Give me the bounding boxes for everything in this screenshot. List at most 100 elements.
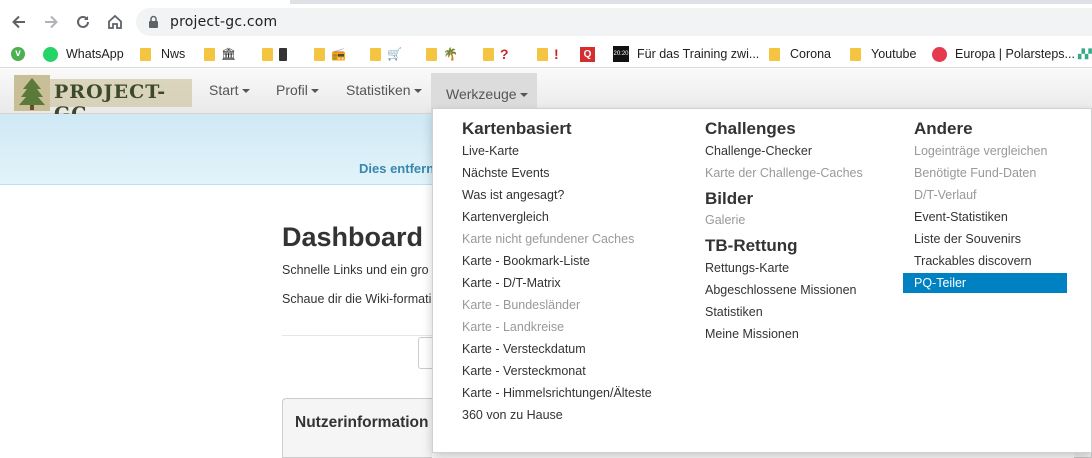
- header-tb-rettung: TB-Rettung: [705, 236, 798, 255]
- forward-button[interactable]: [37, 8, 65, 36]
- menu-item-karte-versteckdatum[interactable]: Karte - Versteckdatum: [462, 342, 586, 356]
- caret-down-icon: [310, 89, 319, 93]
- menu-item-logeinträge-vergleichen[interactable]: Logeinträge vergleichen: [914, 144, 1047, 158]
- menu-item-rettungs-karte[interactable]: Rettungs-Karte: [705, 261, 789, 275]
- header-kartenbasiert: Kartenbasiert: [462, 119, 572, 138]
- nav-start-label: Start: [209, 82, 239, 98]
- menu-item-kartenvergleich[interactable]: Kartenvergleich: [462, 210, 549, 224]
- bookmark-corona[interactable]: Corona: [769, 45, 831, 63]
- banner-text: Dies entfern: [359, 161, 435, 176]
- bookmark-v[interactable]: v: [11, 45, 25, 63]
- menu-item-meine-missionen[interactable]: Meine Missionen: [705, 327, 799, 341]
- bookmark-label: Nws: [161, 47, 186, 61]
- menu-item-live-karte[interactable]: Live-Karte: [462, 144, 519, 158]
- menu-item-karte-bookmark-liste[interactable]: Karte - Bookmark-Liste: [462, 254, 590, 268]
- menu-item-event-statistiken[interactable]: Event-Statistiken: [914, 210, 1008, 224]
- reload-button[interactable]: [69, 8, 97, 36]
- home-button[interactable]: [101, 8, 129, 36]
- bookmark-folder[interactable]: 🛒: [370, 45, 402, 63]
- menu-item-liste-der-souvenirs[interactable]: Liste der Souvenirs: [914, 232, 1021, 246]
- folder-icon: [204, 47, 215, 61]
- user-info-panel: Nutzerinformation: [282, 398, 432, 458]
- polarsteps-icon: [932, 46, 947, 62]
- bookmark-folder[interactable]: 📻: [314, 45, 346, 63]
- caret-down-icon: [519, 92, 528, 97]
- exclamation-icon: !: [554, 46, 559, 62]
- wiki-text: Schaue dir die Wiki-formati: [282, 292, 432, 306]
- menu-item-nächste-events[interactable]: Nächste Events: [462, 166, 550, 180]
- nav-werkzeuge-label: Werkzeuge: [446, 85, 517, 102]
- folder-icon: [314, 47, 325, 61]
- menu-item-360-von-zu-hause[interactable]: 360 von zu Hause: [462, 408, 563, 422]
- folder-icon: [537, 47, 548, 61]
- menu-item-karte-landkreise[interactable]: Karte - Landkreise: [462, 320, 564, 334]
- bookmark-folder[interactable]: ?: [483, 45, 509, 63]
- lock-icon: [149, 15, 158, 28]
- bookmark-folder[interactable]: 🏛: [204, 45, 236, 63]
- back-button[interactable]: [5, 8, 33, 36]
- menu-item-was-ist-angesagt[interactable]: Was ist angesagt?: [462, 188, 564, 202]
- menu-item-karte-himmelsrichtungen-älteste[interactable]: Karte - Himmelsrichtungen/Älteste: [462, 386, 652, 400]
- bookmark-folder[interactable]: 🌴: [426, 45, 458, 63]
- bookmark-q[interactable]: Q: [580, 45, 595, 63]
- address-bar[interactable]: project-gc.com: [136, 8, 1092, 36]
- menu-item-benötigte-fund-daten[interactable]: Benötigte Fund-Daten: [914, 166, 1036, 180]
- reload-icon: [77, 15, 89, 28]
- nav-start[interactable]: Start: [209, 82, 250, 98]
- header-bilder: Bilder: [705, 189, 754, 208]
- bank-icon: 🏛: [221, 47, 237, 61]
- menu-item-karte-nicht-gefundener-caches[interactable]: Karte nicht gefundener Caches: [462, 232, 634, 246]
- cart-icon: 🛒: [387, 47, 402, 61]
- menu-item-abgeschlossene-missionen[interactable]: Abgeschlossene Missionen: [705, 283, 856, 297]
- menu-item-karte-bundesländer[interactable]: Karte - Bundesländer: [462, 298, 580, 312]
- menu-item-karte-der-challenge-caches[interactable]: Karte der Challenge-Caches: [705, 166, 863, 180]
- phone-icon: [279, 47, 287, 61]
- folder-icon: [426, 47, 437, 61]
- bookmark-nws[interactable]: Nws: [140, 45, 185, 63]
- menu-item-galerie[interactable]: Galerie: [705, 213, 745, 227]
- arrow-right-icon: [45, 15, 58, 29]
- bookmark-label: Für das Training zwi...: [637, 47, 760, 61]
- url-text: project-gc.com: [170, 14, 278, 30]
- bookmark-whatsapp[interactable]: WhatsApp: [43, 45, 124, 63]
- q-icon: Q: [580, 46, 595, 62]
- menu-item-challenge-checker[interactable]: Challenge-Checker: [705, 144, 812, 158]
- bookmark-training[interactable]: 20:20 Für das Training zwi...: [613, 45, 759, 63]
- bookmark-label: WhatsApp: [66, 47, 124, 61]
- bookmark-label: Europa | Polarsteps...: [955, 47, 1075, 61]
- whatsapp-icon: [43, 46, 58, 62]
- palm-icon: 🌴: [443, 47, 458, 61]
- v-app-icon: v: [11, 47, 25, 61]
- menu-item-pq-teiler[interactable]: PQ-Teiler: [903, 273, 1067, 293]
- action-button[interactable]: [418, 337, 432, 369]
- folder-icon: [262, 47, 273, 61]
- caret-down-icon: [413, 89, 422, 93]
- menu-item-karte-d-t-matrix[interactable]: Karte - D/T-Matrix: [462, 276, 561, 290]
- project-gc-logo[interactable]: PROJECT-GC: [14, 75, 192, 125]
- radio-icon: 📻: [331, 47, 346, 61]
- arrow-left-icon: [12, 15, 25, 29]
- nav-statistiken-label: Statistiken: [346, 82, 411, 98]
- menu-item-trackables-discovern[interactable]: Trackables discovern: [914, 254, 1032, 268]
- nav-profil[interactable]: Profil: [276, 82, 319, 98]
- panel-title: Nutzerinformation: [295, 414, 429, 431]
- bookmark-youtube[interactable]: Youtube: [850, 45, 916, 63]
- bookmark-overflow-icon[interactable]: ▞▞: [1078, 45, 1092, 63]
- bookmarks-bar: v WhatsApp Nws 🏛 📻 🛒 🌴 ? ! Q 20:20 Für d…: [0, 40, 1092, 68]
- folder-icon: [370, 47, 381, 61]
- 2020-icon: 20:20: [613, 46, 629, 62]
- divider: [282, 335, 432, 336]
- home-icon: [108, 14, 122, 29]
- page-title: Dashboard: [282, 222, 424, 252]
- bookmark-label: Youtube: [871, 47, 917, 61]
- bookmark-folder[interactable]: [262, 45, 287, 63]
- bookmark-folder[interactable]: !: [537, 45, 559, 63]
- nav-statistiken[interactable]: Statistiken: [346, 82, 422, 98]
- menu-item-karte-versteckmonat[interactable]: Karte - Versteckmonat: [462, 364, 586, 378]
- werkzeuge-dropdown: Kartenbasiert Challenges Bilder TB-Rettu…: [432, 108, 1092, 453]
- folder-icon: [140, 47, 151, 61]
- bookmark-polarsteps[interactable]: Europa | Polarsteps...: [932, 45, 1075, 63]
- bookmark-label: Corona: [790, 47, 831, 61]
- menu-item-d-t-verlauf[interactable]: D/T-Verlauf: [914, 188, 977, 202]
- menu-item-statistiken[interactable]: Statistiken: [705, 305, 763, 319]
